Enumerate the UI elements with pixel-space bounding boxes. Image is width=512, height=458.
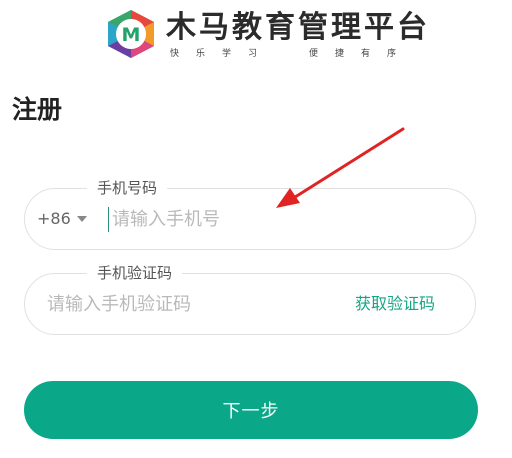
- page-title: 注册: [12, 95, 63, 124]
- phone-field-label: 手机号码: [87, 178, 168, 198]
- country-code-value: +86: [37, 209, 71, 228]
- country-code-select[interactable]: +86: [37, 207, 87, 231]
- get-code-button[interactable]: 获取验证码: [355, 291, 435, 317]
- slogan-char: 快: [170, 49, 180, 59]
- slogan-char: 捷: [334, 49, 344, 59]
- slogan-char: 便: [308, 49, 318, 59]
- slogan-char: 有: [360, 49, 370, 59]
- slogan-char: 习: [248, 49, 258, 59]
- text-cursor: [108, 207, 109, 232]
- code-field-label: 手机验证码: [87, 263, 183, 283]
- brand-logo: M 木马教育管理平台 快 乐 学 习 便 捷 有 序: [104, 8, 427, 64]
- phone-field[interactable]: 手机号码 +86: [24, 178, 476, 250]
- logo-badge-icon: M: [108, 10, 154, 58]
- next-button[interactable]: 下一步: [24, 381, 478, 439]
- logo-letter: M: [122, 24, 141, 46]
- brand-slogan: 快 乐 学 习 便 捷 有 序: [170, 48, 396, 60]
- verification-code-field[interactable]: 手机验证码 获取验证码: [24, 263, 476, 335]
- chevron-down-icon: [76, 216, 87, 222]
- verification-code-input[interactable]: [47, 288, 337, 320]
- slogan-char: 序: [386, 49, 396, 59]
- slogan-char: 乐: [196, 49, 206, 59]
- slogan-gap: [274, 48, 292, 60]
- phone-input[interactable]: [112, 203, 442, 235]
- brand-title: 木马教育管理平台: [166, 10, 430, 45]
- slogan-char: 学: [222, 49, 232, 59]
